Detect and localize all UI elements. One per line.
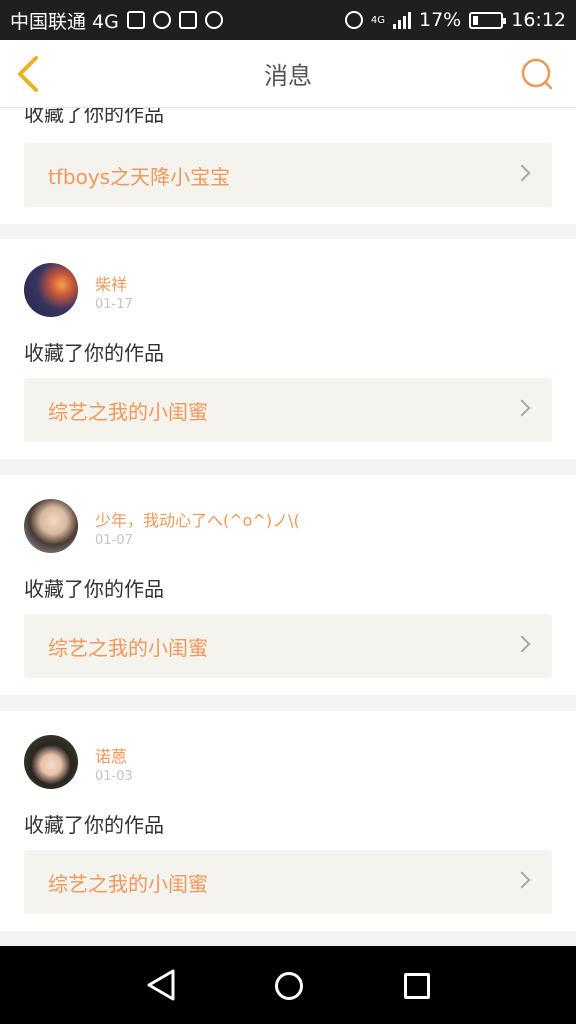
message-date: 01-03 (95, 769, 133, 784)
search-icon[interactable] (520, 57, 554, 91)
chevron-right-icon (513, 399, 531, 417)
image-icon (126, 11, 145, 29)
work-link[interactable]: tfboys之天降小宝宝 (24, 143, 552, 207)
username[interactable]: 柴祥 (95, 271, 127, 295)
message-list[interactable]: 收藏了你的作品 tfboys之天降小宝宝 柴祥 01-17 收藏了你的作品 综艺… (0, 108, 576, 946)
chevron-right-icon (513, 635, 531, 653)
avatar[interactable] (24, 499, 78, 553)
circle-home-icon[interactable] (274, 971, 304, 1001)
message-action: 收藏了你的作品 (24, 577, 164, 601)
vpn-icon (152, 11, 171, 29)
app-icon (204, 11, 223, 29)
status-bar: 中国联通 4G 4G 17% 16:12 (0, 0, 576, 40)
square-recents-icon[interactable] (404, 973, 430, 999)
message-action: 收藏了你的作品 (24, 341, 164, 365)
message-card: 柴祥 01-17 收藏了你的作品 综艺之我的小闺蜜 (0, 239, 576, 459)
username[interactable]: 诺蒽 (95, 743, 127, 767)
work-link[interactable]: 综艺之我的小闺蜜 (24, 378, 552, 442)
work-link[interactable]: 综艺之我的小闺蜜 (24, 850, 552, 914)
message-date: 01-07 (95, 533, 133, 548)
clock: 16:12 (511, 9, 566, 31)
work-title: 综艺之我的小闺蜜 (48, 399, 208, 424)
chevron-left-icon[interactable] (14, 54, 44, 94)
work-title: 综艺之我的小闺蜜 (48, 635, 208, 660)
avatar[interactable] (24, 263, 78, 317)
system-nav-bar (0, 946, 576, 1024)
triangle-back-icon[interactable] (145, 968, 177, 1002)
message-card: 少年，我动心了へ(^o^)ノ\( 01-07 收藏了你的作品 综艺之我的小闺蜜 (0, 475, 576, 695)
page-title: 消息 (264, 62, 312, 90)
message-action: 收藏了你的作品 (24, 813, 164, 837)
battery-percent: 17% (419, 9, 462, 31)
carrier-label: 中国联通 4G (10, 10, 119, 33)
battery-icon (469, 11, 507, 29)
chevron-right-icon (513, 164, 531, 182)
username[interactable]: 少年，我动心了へ(^o^)ノ\( (95, 507, 300, 531)
work-title: 综艺之我的小闺蜜 (48, 871, 208, 896)
chevron-right-icon (513, 871, 531, 889)
message-card: 收藏了你的作品 tfboys之天降小宝宝 (0, 108, 576, 224)
work-link[interactable]: 综艺之我的小闺蜜 (24, 614, 552, 678)
work-title: tfboys之天降小宝宝 (48, 164, 231, 189)
app-header: 消息 (0, 40, 576, 108)
message-card: 诺蒽 01-03 收藏了你的作品 综艺之我的小闺蜜 (0, 711, 576, 931)
message-date: 01-17 (95, 297, 133, 312)
signal-icon (393, 11, 411, 29)
network-badge: 4G (370, 14, 385, 26)
keyboard-icon (178, 11, 197, 29)
message-action: 收藏了你的作品 (24, 108, 164, 126)
avatar[interactable] (24, 735, 78, 789)
alarm-icon (344, 11, 363, 29)
